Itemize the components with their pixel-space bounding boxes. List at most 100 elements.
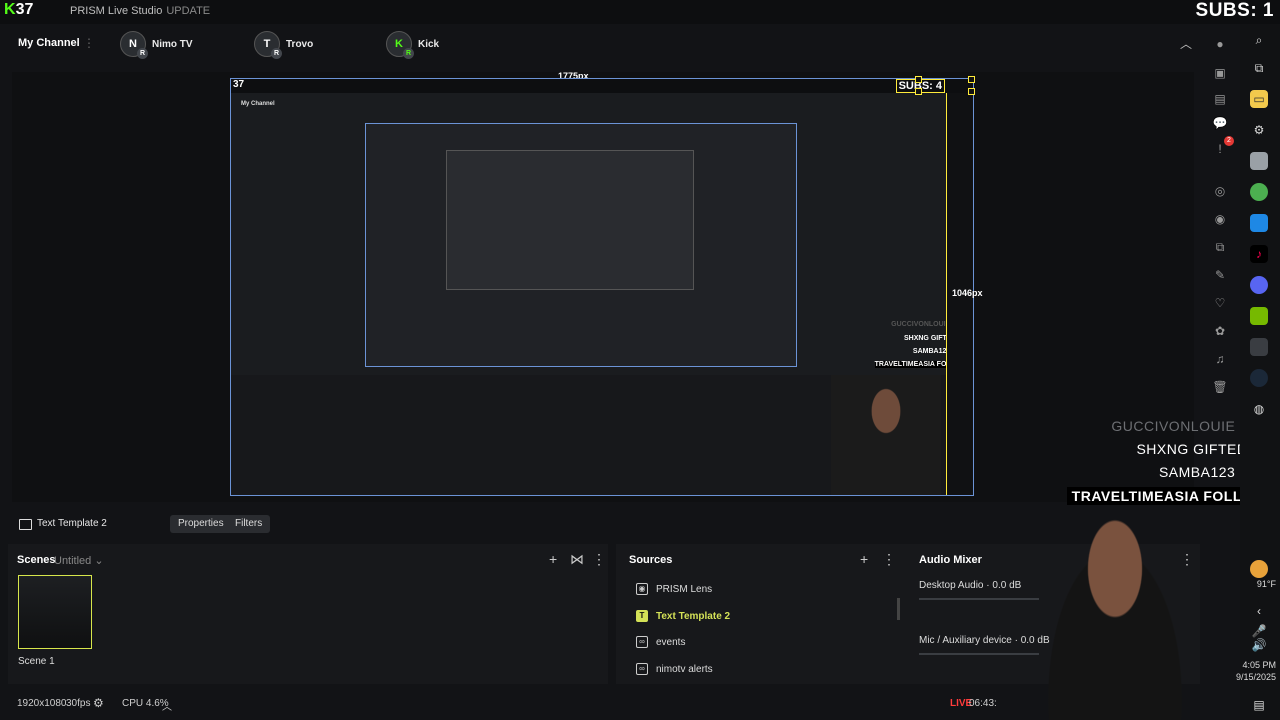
pen-icon[interactable]: ✎ <box>1210 266 1230 284</box>
notification-icon[interactable]: ▤ <box>1250 696 1268 714</box>
source-item[interactable]: ∞ events <box>636 636 685 648</box>
file-explorer-icon[interactable]: ▭ <box>1250 90 1268 108</box>
status-bar: 1920x1080 30fps ⚙ CPU 4.6% ︿ LIVE 06:43: <box>0 690 1200 716</box>
scene-collection-name: Untitled <box>54 555 92 567</box>
source-item[interactable]: ∞ nimotv alerts <box>636 663 713 675</box>
nvidia-icon[interactable] <box>1250 307 1268 325</box>
chevron-down-icon: ⌄ <box>94 555 104 567</box>
preview-canvas[interactable]: 37 SUBS: 4 My Channel GUCCIVONLOUIE SUB … <box>230 78 974 496</box>
kick-icon: K <box>4 1 16 18</box>
trash-icon[interactable]: 🗑 <box>1210 378 1230 396</box>
nested-viewer-count: 37 <box>233 79 245 90</box>
nested-preview-recursive <box>365 123 797 367</box>
resize-handle[interactable] <box>915 88 922 95</box>
avatar[interactable]: ● <box>1210 35 1230 53</box>
channel-name: Nimo TV <box>152 38 193 50</box>
virtual-camera-icon[interactable]: ◉ <box>1210 210 1230 228</box>
source-toolbar: Text Template 2 Properties Filters <box>0 512 1200 536</box>
windows-taskbar: ⌕ ⧉ ▭ ⚙ ♪ ◍ 91°F ‹ 🎤 🔊 4:05 PM 9/15/2025… <box>1236 24 1280 720</box>
scene-collection-dropdown[interactable]: Untitled ⌄ <box>54 554 104 567</box>
weather-temp: 91°F <box>1256 579 1276 589</box>
volume-slider[interactable] <box>919 653 1039 655</box>
channel-name: Kick <box>418 38 440 50</box>
scene-transition-icon[interactable]: ⋈ <box>570 551 584 568</box>
channel-nimo-tv[interactable]: NR Nimo TV <box>120 31 193 59</box>
source-label: PRISM Lens <box>656 583 713 595</box>
live-timer: 06:43: <box>969 698 997 709</box>
subs-counter-overlay: SUBS: 1 <box>1195 0 1274 21</box>
dashboard-icon[interactable]: ▤ <box>1210 90 1230 108</box>
scenes-title: Scenes <box>17 554 56 566</box>
search-icon[interactable]: ⌕ <box>1250 31 1268 49</box>
source-item-active[interactable]: T Text Template 2 <box>636 610 730 622</box>
trovo-logo-icon: TR <box>254 31 282 59</box>
nested-preview-inner <box>446 150 694 290</box>
weather-icon[interactable] <box>1250 560 1268 578</box>
app-icon[interactable] <box>1250 152 1268 170</box>
height-dimension-label: 1046px <box>952 288 983 298</box>
camera-icon: ◉ <box>636 583 648 595</box>
music-icon[interactable]: ♫ <box>1210 350 1230 368</box>
resize-handle[interactable] <box>968 76 975 83</box>
kick-viewer-count: K37 <box>4 1 33 19</box>
channel-trovo[interactable]: TR Trovo <box>254 31 313 59</box>
update-link[interactable]: UPDATE <box>166 5 210 17</box>
speaker-icon[interactable]: 🔊 <box>1250 636 1268 654</box>
resize-handle[interactable] <box>915 76 922 83</box>
source-label: nimotv alerts <box>656 663 713 675</box>
steam-icon[interactable] <box>1250 369 1268 387</box>
app-icon[interactable] <box>1250 338 1268 356</box>
sources-title: Sources <box>629 554 673 566</box>
output-fps: 30fps <box>66 698 91 709</box>
selected-source-name: Text Template 2 <box>37 518 107 529</box>
webcam-feed <box>1030 510 1200 720</box>
mixer-channel-name: Desktop Audio <box>919 580 984 591</box>
chat-icon[interactable]: 💬 <box>1210 114 1230 132</box>
filters-button[interactable]: Filters <box>227 515 271 533</box>
text-template-icon <box>19 519 32 530</box>
copy-icon[interactable]: ⧉ <box>1210 238 1230 256</box>
layout-icon[interactable]: ▣ <box>1210 64 1230 82</box>
scenes-more-icon[interactable]: ⋮ <box>592 551 606 568</box>
output-resolution: 1920x1080 <box>17 698 67 709</box>
text-icon: T <box>636 610 648 622</box>
clock-time: 4:05 PM <box>1242 660 1276 670</box>
settings-gear-icon[interactable]: ⚙ <box>1250 121 1268 139</box>
nested-webcam-feed <box>831 375 941 495</box>
sources-scrollbar[interactable] <box>897 598 900 620</box>
viewer-count-value: 37 <box>15 1 34 18</box>
mixer-channel-desktop: Desktop Audio · 0.0 dB <box>919 580 1022 591</box>
scene-thumbnail[interactable] <box>18 575 92 649</box>
nimo-tv-logo-icon: NR <box>120 31 148 59</box>
heart-icon[interactable]: ♡ <box>1210 294 1230 312</box>
channel-more-icon[interactable]: ⋮ <box>83 36 95 50</box>
app-name: PRISM Live Studio <box>70 5 163 17</box>
chrome-icon[interactable] <box>1250 183 1268 201</box>
source-item[interactable]: ◉ PRISM Lens <box>636 583 712 595</box>
link-icon: ∞ <box>636 636 648 648</box>
volume-slider[interactable] <box>919 598 1039 600</box>
nested-title-bar: 37 SUBS: 4 <box>231 79 973 93</box>
add-source-plus-icon[interactable]: + <box>860 551 868 567</box>
settings-gear-icon[interactable]: ⚙ <box>93 696 104 710</box>
channel-kick[interactable]: KR Kick <box>386 31 440 59</box>
sources-more-icon[interactable]: ⋮ <box>882 551 896 568</box>
properties-button[interactable]: Properties <box>170 515 232 533</box>
sticker-icon[interactable]: ✿ <box>1210 322 1230 340</box>
my-channel-label[interactable]: My Channel <box>18 37 80 49</box>
discord-icon[interactable] <box>1250 276 1268 294</box>
tiktok-icon[interactable]: ♪ <box>1250 245 1268 263</box>
clock-date: 9/15/2025 <box>1235 672 1276 682</box>
notification-badge: 2 <box>1224 136 1234 146</box>
camera-icon[interactable]: ◎ <box>1210 182 1230 200</box>
resize-handle[interactable] <box>968 88 975 95</box>
tray-chevron-icon[interactable]: ‹ <box>1250 602 1268 620</box>
add-scene-plus-icon[interactable]: + <box>549 551 557 567</box>
collapse-chevron-up-icon[interactable]: ︿ <box>1180 35 1192 52</box>
store-icon[interactable] <box>1250 214 1268 232</box>
task-view-icon[interactable]: ⧉ <box>1250 59 1268 77</box>
mixer-channel-name: Mic / Auxiliary device <box>919 635 1012 646</box>
obs-icon[interactable]: ◍ <box>1250 400 1268 418</box>
app-title: PRISM Live Studio UPDATE <box>70 5 210 17</box>
chevron-up-icon[interactable]: ︿ <box>162 698 172 713</box>
